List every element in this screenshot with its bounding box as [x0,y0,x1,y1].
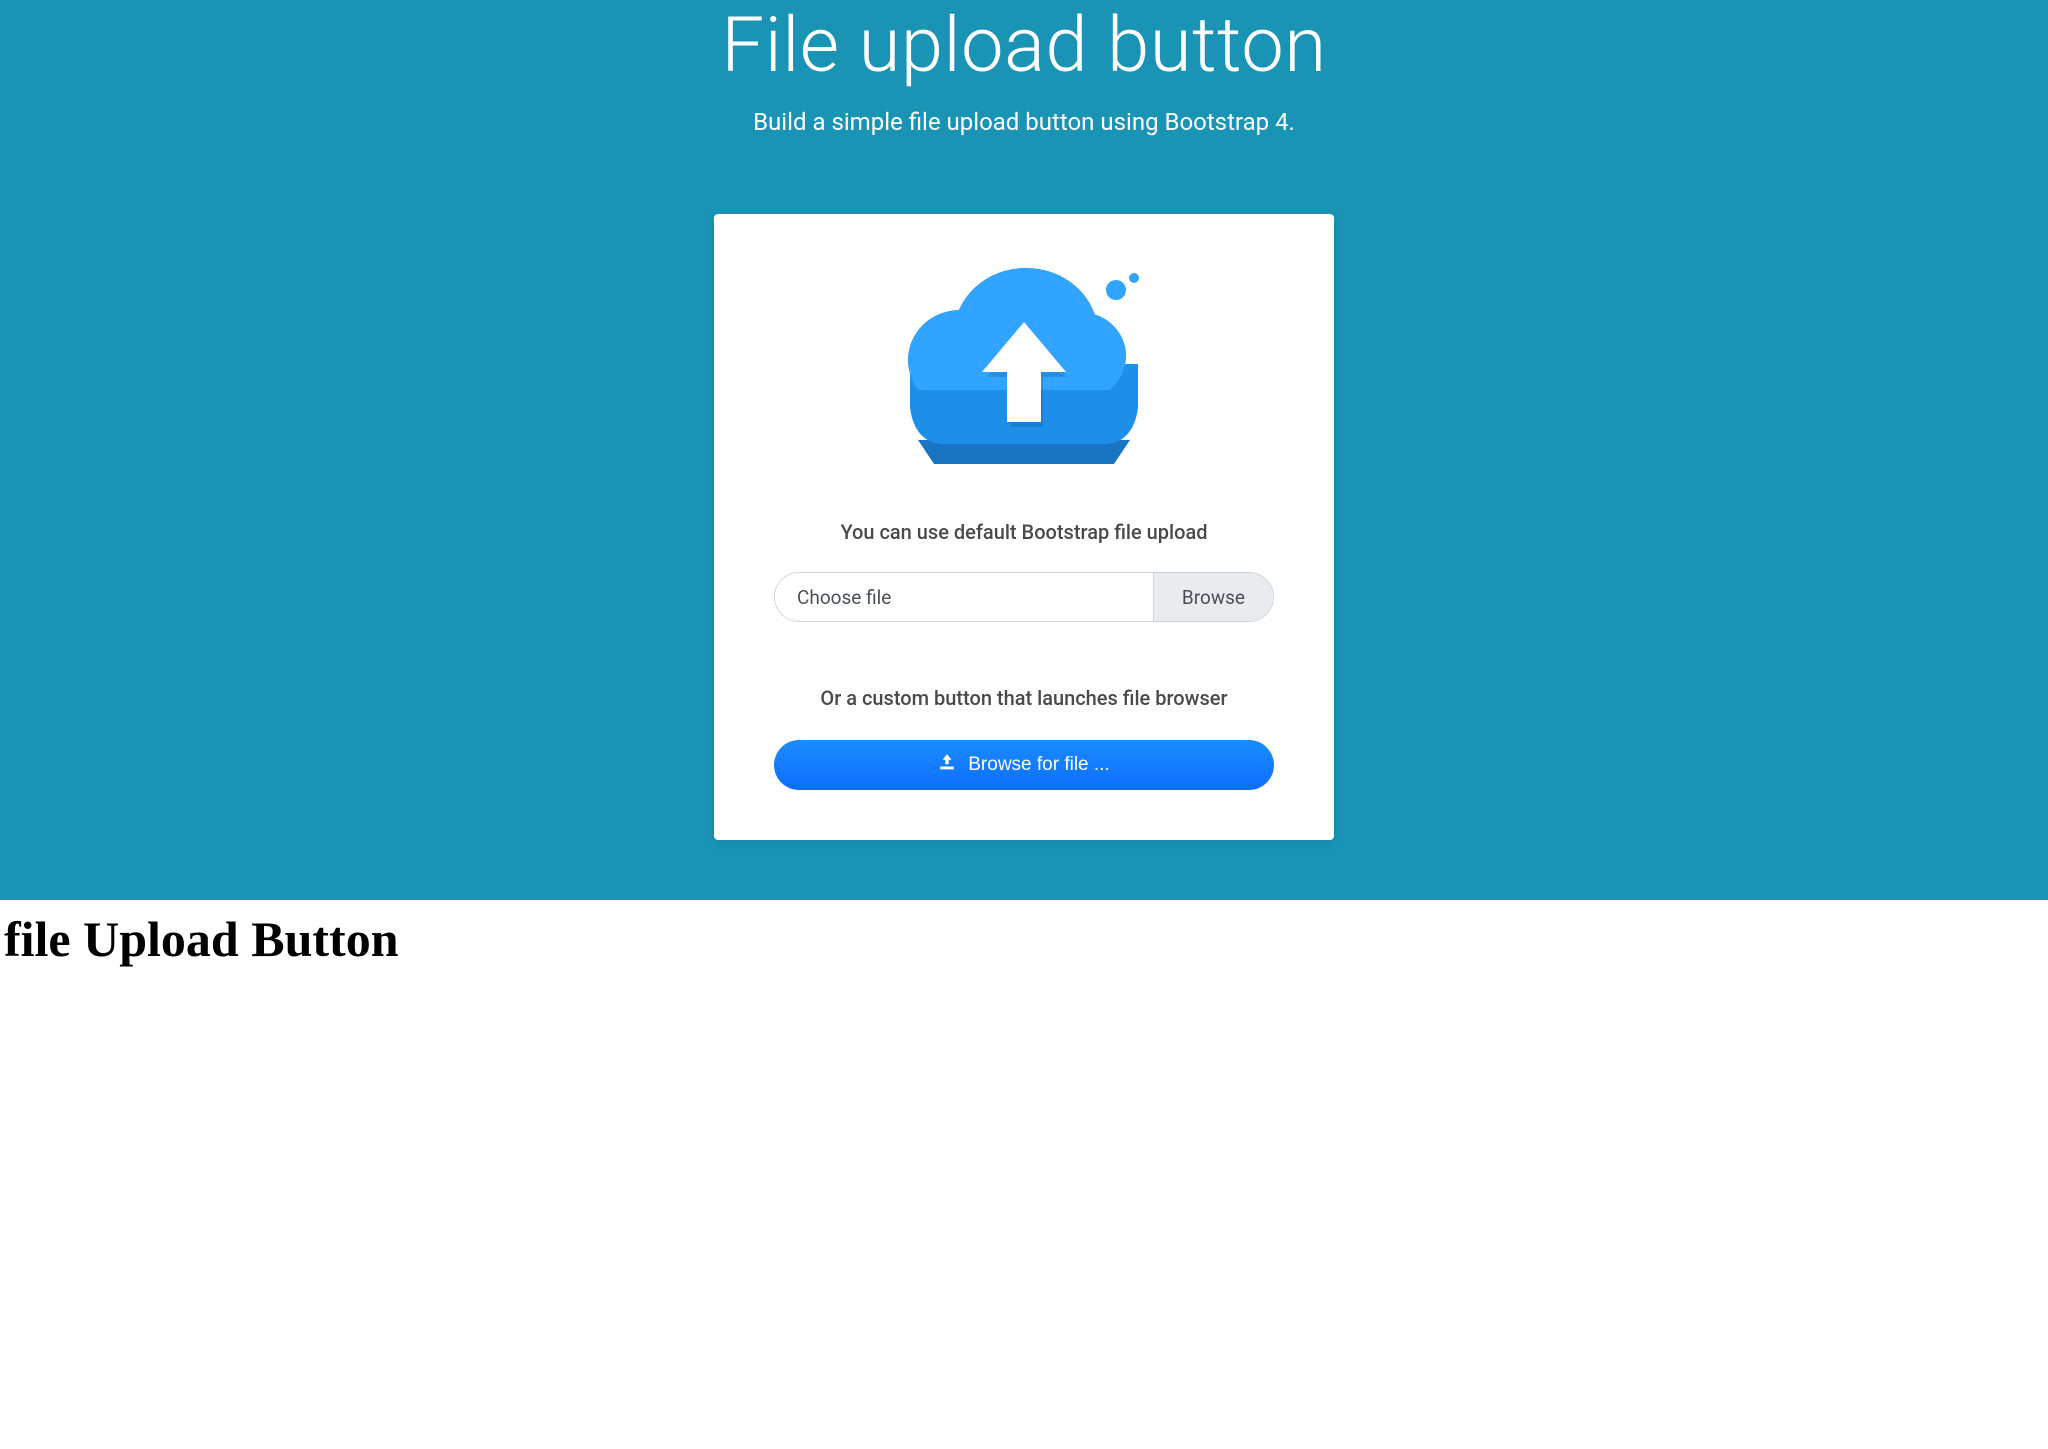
footer-title: file Upload Button [0,900,2048,976]
custom-upload-label: Or a custom button that launches file br… [774,684,1274,712]
page-title: File upload button [20,0,2028,90]
page-subtitle: Build a simple file upload button using … [20,108,2028,136]
file-input-group[interactable]: Choose file Browse [774,572,1274,622]
file-input-placeholder[interactable]: Choose file [775,573,1153,621]
upload-card: You can use default Bootstrap file uploa… [714,214,1334,840]
browse-button-label: Browse for file ... [968,754,1110,776]
upload-icon [938,753,956,777]
browse-for-file-button[interactable]: Browse for file ... [774,740,1274,790]
hero-section: File upload button Build a simple file u… [0,0,2048,900]
cloud-upload-icon [774,264,1274,482]
browse-label-button[interactable]: Browse [1153,573,1273,621]
default-upload-label: You can use default Bootstrap file uploa… [774,520,1274,544]
